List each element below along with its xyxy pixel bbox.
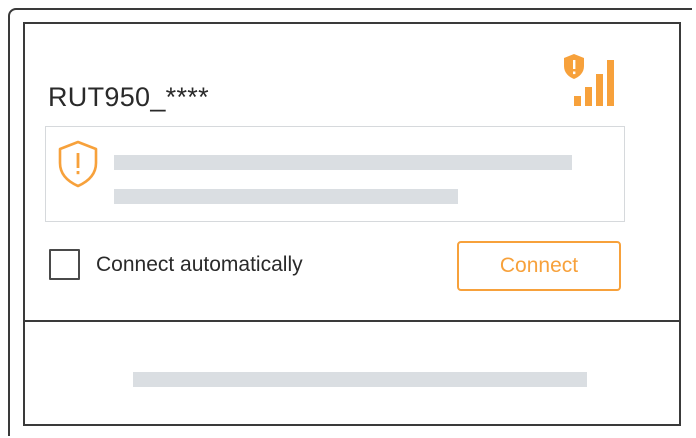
auto-connect-checkbox[interactable]	[49, 249, 80, 280]
network-name: RUT950_****	[48, 82, 209, 112]
secured-signal-icon	[564, 54, 614, 106]
auto-connect-label: Connect automatically	[96, 253, 303, 276]
section-divider	[25, 320, 679, 322]
wifi-network-panel: RUT950_**** Connect automatically Connec…	[23, 22, 681, 426]
security-warning-box	[45, 126, 625, 222]
connect-button[interactable]: Connect	[457, 241, 621, 291]
warning-text-placeholder	[114, 155, 572, 170]
shield-warning-icon	[58, 140, 98, 188]
warning-text-placeholder	[114, 189, 458, 204]
footer-text-placeholder	[133, 372, 587, 387]
